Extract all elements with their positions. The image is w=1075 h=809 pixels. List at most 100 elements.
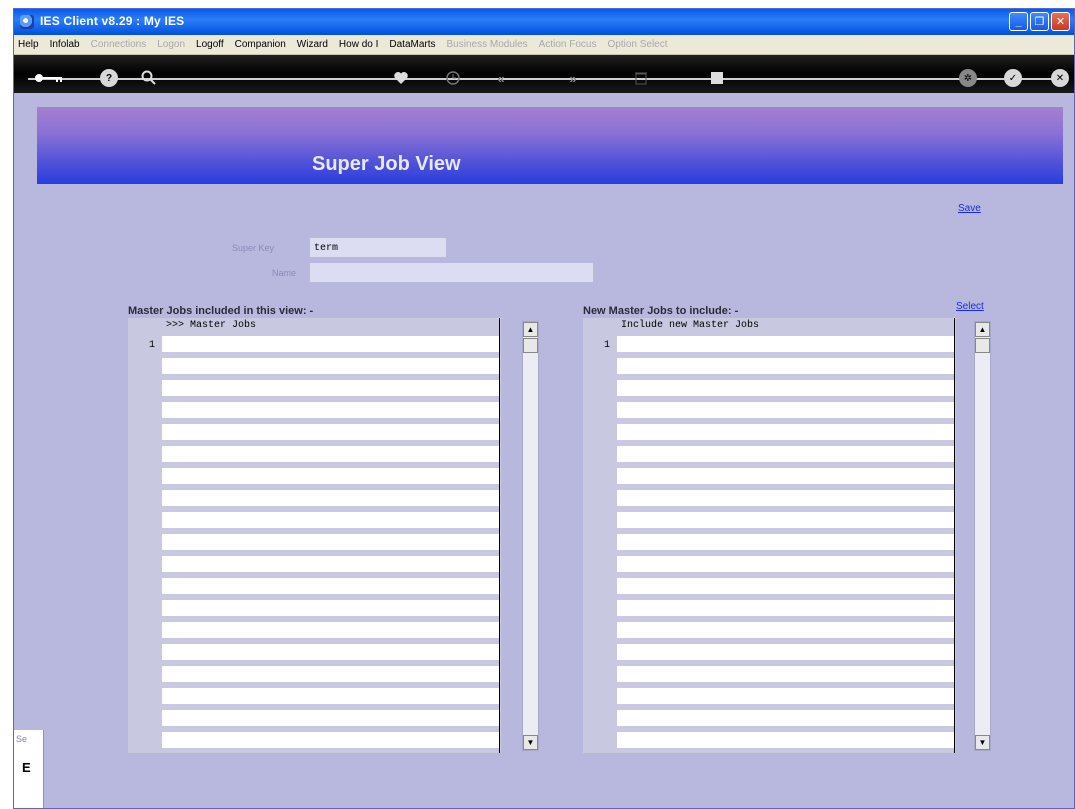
table-cell[interactable]: [162, 358, 499, 374]
table-row[interactable]: [617, 531, 954, 553]
table-row[interactable]: [162, 465, 499, 487]
table-cell[interactable]: [617, 600, 954, 616]
table-row[interactable]: [162, 443, 499, 465]
table-cell[interactable]: [162, 666, 499, 682]
table-cell[interactable]: [162, 336, 499, 352]
scroll-down-icon[interactable]: ▼: [975, 735, 990, 750]
close-window-button[interactable]: ✕: [1051, 12, 1070, 31]
table-cell[interactable]: [162, 556, 499, 572]
ok-icon[interactable]: ✓: [1004, 69, 1022, 87]
table-cell[interactable]: [162, 622, 499, 638]
table-row[interactable]: [617, 509, 954, 531]
table-row[interactable]: [617, 575, 954, 597]
table-row[interactable]: [617, 377, 954, 399]
heart-icon[interactable]: [392, 69, 410, 87]
menu-action-focus[interactable]: Action Focus: [539, 39, 597, 50]
save-link[interactable]: Save: [958, 203, 981, 214]
table-row[interactable]: [162, 553, 499, 575]
table-row[interactable]: [617, 729, 954, 751]
table-cell[interactable]: [617, 402, 954, 418]
table-cell[interactable]: [162, 644, 499, 660]
table-row[interactable]: [162, 531, 499, 553]
trash-icon[interactable]: [632, 69, 650, 87]
title-bar[interactable]: IES Client v8.29 : My IES _ ❐ ✕: [14, 9, 1074, 35]
menu-infolab[interactable]: Infolab: [50, 39, 80, 50]
table-cell[interactable]: [162, 688, 499, 704]
table-cell[interactable]: [617, 578, 954, 594]
table-cell[interactable]: [617, 424, 954, 440]
table-cell[interactable]: [617, 468, 954, 484]
table-cell[interactable]: [617, 446, 954, 462]
super-key-field[interactable]: term: [310, 238, 446, 257]
table-row[interactable]: [162, 355, 499, 377]
table-row[interactable]: [617, 707, 954, 729]
table-row[interactable]: [162, 487, 499, 509]
table-cell[interactable]: [617, 688, 954, 704]
table-row[interactable]: [162, 729, 499, 751]
table-row[interactable]: [617, 553, 954, 575]
table-cell[interactable]: [617, 512, 954, 528]
stop-icon[interactable]: [708, 69, 726, 87]
restore-button[interactable]: ❐: [1030, 12, 1049, 31]
table-cell[interactable]: [162, 534, 499, 550]
table-cell[interactable]: [617, 556, 954, 572]
menu-help[interactable]: Help: [18, 39, 39, 50]
table-row[interactable]: [162, 575, 499, 597]
table-row[interactable]: [617, 333, 954, 355]
key-icon[interactable]: [34, 69, 64, 87]
scroll-thumb[interactable]: [975, 338, 990, 353]
table-row[interactable]: [162, 333, 499, 355]
table-row[interactable]: [617, 487, 954, 509]
table-row[interactable]: [162, 707, 499, 729]
menu-option-select[interactable]: Option Select: [607, 39, 667, 50]
table-row[interactable]: [617, 465, 954, 487]
table-row[interactable]: [162, 509, 499, 531]
table-row[interactable]: [617, 663, 954, 685]
menu-companion[interactable]: Companion: [235, 39, 286, 50]
close-icon[interactable]: ✕: [1051, 69, 1069, 87]
table-cell[interactable]: [617, 534, 954, 550]
table-row[interactable]: [162, 685, 499, 707]
help-icon[interactable]: ?: [100, 69, 118, 87]
table-row[interactable]: [162, 421, 499, 443]
table-cell[interactable]: [617, 644, 954, 660]
clock-icon[interactable]: [444, 69, 462, 87]
menu-datamarts[interactable]: DataMarts: [389, 39, 435, 50]
table-cell[interactable]: [617, 732, 954, 748]
table-cell[interactable]: [162, 512, 499, 528]
table-cell[interactable]: [617, 358, 954, 374]
menu-connections[interactable]: Connections: [91, 39, 147, 50]
select-link[interactable]: Select: [956, 301, 984, 312]
back-icon[interactable]: «: [492, 69, 510, 87]
menu-business-modules[interactable]: Business Modules: [447, 39, 528, 50]
right-scrollbar[interactable]: ▲ ▼: [974, 321, 991, 751]
table-row[interactable]: [162, 619, 499, 641]
table-row[interactable]: [162, 399, 499, 421]
table-cell[interactable]: [617, 336, 954, 352]
menu-wizard[interactable]: Wizard: [297, 39, 328, 50]
table-cell[interactable]: [617, 666, 954, 682]
scroll-down-icon[interactable]: ▼: [523, 735, 538, 750]
table-cell[interactable]: [162, 490, 499, 506]
table-cell[interactable]: [162, 424, 499, 440]
search-icon[interactable]: [140, 69, 158, 87]
table-cell[interactable]: [162, 600, 499, 616]
table-row[interactable]: [162, 663, 499, 685]
table-row[interactable]: [617, 685, 954, 707]
table-row[interactable]: [617, 641, 954, 663]
table-cell[interactable]: [162, 468, 499, 484]
menu-logon[interactable]: Logon: [157, 39, 185, 50]
table-cell[interactable]: [162, 380, 499, 396]
table-row[interactable]: [617, 597, 954, 619]
scroll-up-icon[interactable]: ▲: [975, 322, 990, 337]
minimize-button[interactable]: _: [1009, 12, 1028, 31]
table-cell[interactable]: [162, 402, 499, 418]
config-icon[interactable]: ✲: [959, 69, 977, 87]
table-cell[interactable]: [162, 732, 499, 748]
table-row[interactable]: [617, 443, 954, 465]
table-row[interactable]: [162, 377, 499, 399]
forward-icon[interactable]: »: [564, 69, 582, 87]
scroll-thumb[interactable]: [523, 338, 538, 353]
table-row[interactable]: [617, 399, 954, 421]
table-cell[interactable]: [617, 490, 954, 506]
